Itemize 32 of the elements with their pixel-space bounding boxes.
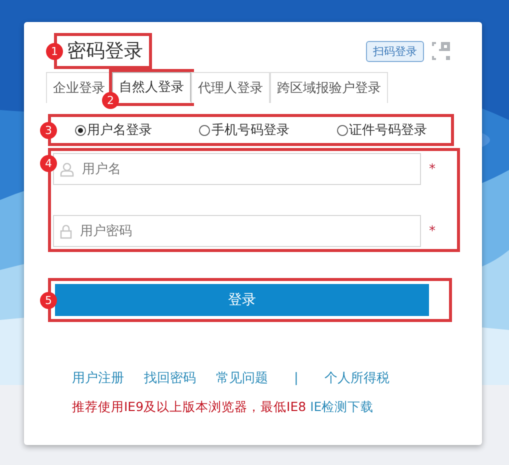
ie-check-link[interactable]: IE检测下载	[310, 399, 374, 416]
step-number-badge: 2	[102, 92, 119, 109]
step-number-badge: 1	[46, 42, 63, 60]
radio-label: 证件号码登录	[349, 122, 428, 139]
browser-notice: 推荐使用IE9及以上版本浏览器，最低IE8	[72, 399, 306, 416]
login-tab[interactable]: 自然人登录	[112, 72, 191, 103]
footer-link[interactable]: 常见问题	[216, 369, 268, 387]
footer-link[interactable]: 找回密码	[144, 369, 196, 387]
step-number-badge: 5	[40, 292, 57, 308]
radio-button[interactable]	[337, 124, 348, 136]
login-title: 密码登录	[67, 40, 143, 62]
login-tab[interactable]: 代理人登录	[191, 72, 270, 103]
separator: |	[294, 370, 298, 386]
radio-button[interactable]	[74, 124, 86, 136]
user-icon	[60, 162, 74, 176]
step-number-badge: 4	[40, 155, 57, 172]
lock-icon	[60, 224, 72, 238]
text-input[interactable]: 用户名	[80, 160, 400, 178]
login-button[interactable]: 登录	[55, 284, 429, 316]
footer-link[interactable]: 个人所得税	[324, 369, 390, 387]
input-field[interactable]: 用户密码	[53, 215, 421, 247]
radio-button[interactable]	[199, 124, 210, 136]
input-field[interactable]: 用户名	[53, 153, 421, 185]
required-mark: *	[429, 224, 436, 238]
text-input[interactable]: 用户密码	[78, 222, 398, 240]
radio-label: 手机号码登录	[211, 122, 290, 139]
footer-link[interactable]: 用户注册	[72, 369, 124, 387]
step-number-badge: 3	[40, 122, 57, 138]
radio-label: 用户名登录	[86, 122, 152, 139]
scan-login-button[interactable]: 扫码登录	[366, 40, 424, 62]
required-mark: *	[429, 162, 436, 176]
login-tab[interactable]: 跨区域报验户登录	[270, 72, 388, 103]
